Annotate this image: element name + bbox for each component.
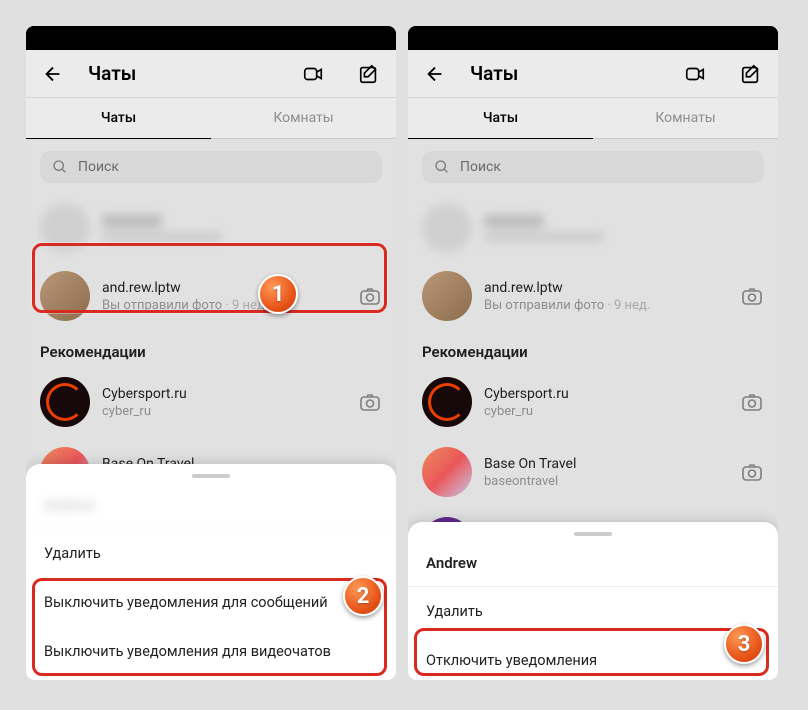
chat-sub: Вы отправили фото · 9 нед. xyxy=(484,298,728,313)
sheet-delete[interactable]: Удалить xyxy=(26,529,396,578)
tabs: Чаты Комнаты xyxy=(26,98,396,139)
chat-name: and.rew.lptw xyxy=(102,280,346,296)
camera-icon[interactable] xyxy=(740,460,764,484)
chat-row[interactable]: and.rew.lptw Вы отправили фото · 9 нед. xyxy=(408,261,778,331)
camera-icon[interactable] xyxy=(740,390,764,414)
recommendations-title: Рекомендации xyxy=(408,331,778,367)
compose-icon[interactable] xyxy=(740,63,762,85)
blurred-chat xyxy=(26,195,396,261)
back-icon[interactable] xyxy=(424,63,446,85)
status-bar xyxy=(26,26,396,50)
camera-icon[interactable] xyxy=(358,284,382,308)
tab-rooms[interactable]: Комнаты xyxy=(593,98,778,138)
avatar xyxy=(422,377,472,427)
page-title: Чаты xyxy=(470,62,650,85)
step-badge-1: 1 xyxy=(258,274,298,314)
sheet-user: Andrew xyxy=(26,486,396,529)
sheet-delete[interactable]: Удалить xyxy=(408,587,778,636)
phone-right: Чаты Чаты Комнаты xyxy=(408,26,778,680)
camera-icon[interactable] xyxy=(740,284,764,308)
tab-chats[interactable]: Чаты xyxy=(26,98,211,138)
item-name: Cybersport.ru xyxy=(102,386,346,402)
search-input[interactable] xyxy=(460,159,752,175)
camera-icon[interactable] xyxy=(358,390,382,414)
sheet-handle[interactable] xyxy=(574,532,612,536)
header: Чаты xyxy=(26,50,396,98)
recommendations-title: Рекомендации xyxy=(26,331,396,367)
phone-left: Чаты Чаты Комнаты xyxy=(26,26,396,680)
list-item[interactable]: Base On Travel baseontravel xyxy=(408,437,778,507)
sheet-mute[interactable]: Отключить уведомления xyxy=(408,636,778,680)
avatar xyxy=(422,447,472,497)
video-icon[interactable] xyxy=(684,63,706,85)
item-sub: baseontravel xyxy=(484,474,728,489)
tab-rooms[interactable]: Комнаты xyxy=(211,98,396,138)
item-name: Base On Travel xyxy=(484,456,728,472)
back-icon[interactable] xyxy=(42,63,64,85)
item-name: Cybersport.ru xyxy=(484,386,728,402)
chat-row[interactable]: and.rew.lptw Вы отправили фото · 9 нед. xyxy=(26,261,396,331)
page-title: Чаты xyxy=(88,62,268,85)
avatar xyxy=(422,271,472,321)
sheet-mute-messages[interactable]: Выключить уведомления для сообщений xyxy=(26,578,396,627)
screen: Чаты Чаты Комнаты xyxy=(26,50,396,680)
tab-chats[interactable]: Чаты xyxy=(408,98,593,138)
item-sub: cyber_ru xyxy=(484,404,728,419)
search-input[interactable] xyxy=(78,159,370,175)
compose-icon[interactable] xyxy=(358,63,380,85)
avatar xyxy=(40,271,90,321)
search-bar[interactable] xyxy=(422,151,764,183)
search-icon xyxy=(434,159,450,175)
video-icon[interactable] xyxy=(302,63,324,85)
sheet-user: Andrew xyxy=(408,544,778,587)
list-item[interactable]: Cybersport.ru cyber_ru xyxy=(408,367,778,437)
sheet-mute-video[interactable]: Выключить уведомления для видеочатов xyxy=(26,627,396,676)
chat-sub: Вы отправили фото · 9 нед. xyxy=(102,298,346,313)
blurred-chat xyxy=(408,195,778,261)
avatar xyxy=(40,377,90,427)
bottom-sheet: Andrew Удалить Выключить уведомления для… xyxy=(26,464,396,680)
step-badge-3: 3 xyxy=(724,624,764,664)
tabs: Чаты Комнаты xyxy=(408,98,778,139)
search-bar[interactable] xyxy=(40,151,382,183)
sheet-handle[interactable] xyxy=(192,474,230,478)
chat-name: and.rew.lptw xyxy=(484,280,728,296)
item-sub: cyber_ru xyxy=(102,404,346,419)
status-bar xyxy=(408,26,778,50)
list-item[interactable]: Cybersport.ru cyber_ru xyxy=(26,367,396,437)
search-icon xyxy=(52,159,68,175)
bottom-sheet: Andrew Удалить Отключить уведомления xyxy=(408,522,778,680)
step-badge-2: 2 xyxy=(343,576,383,616)
header: Чаты xyxy=(408,50,778,98)
screen: Чаты Чаты Комнаты xyxy=(408,50,778,680)
